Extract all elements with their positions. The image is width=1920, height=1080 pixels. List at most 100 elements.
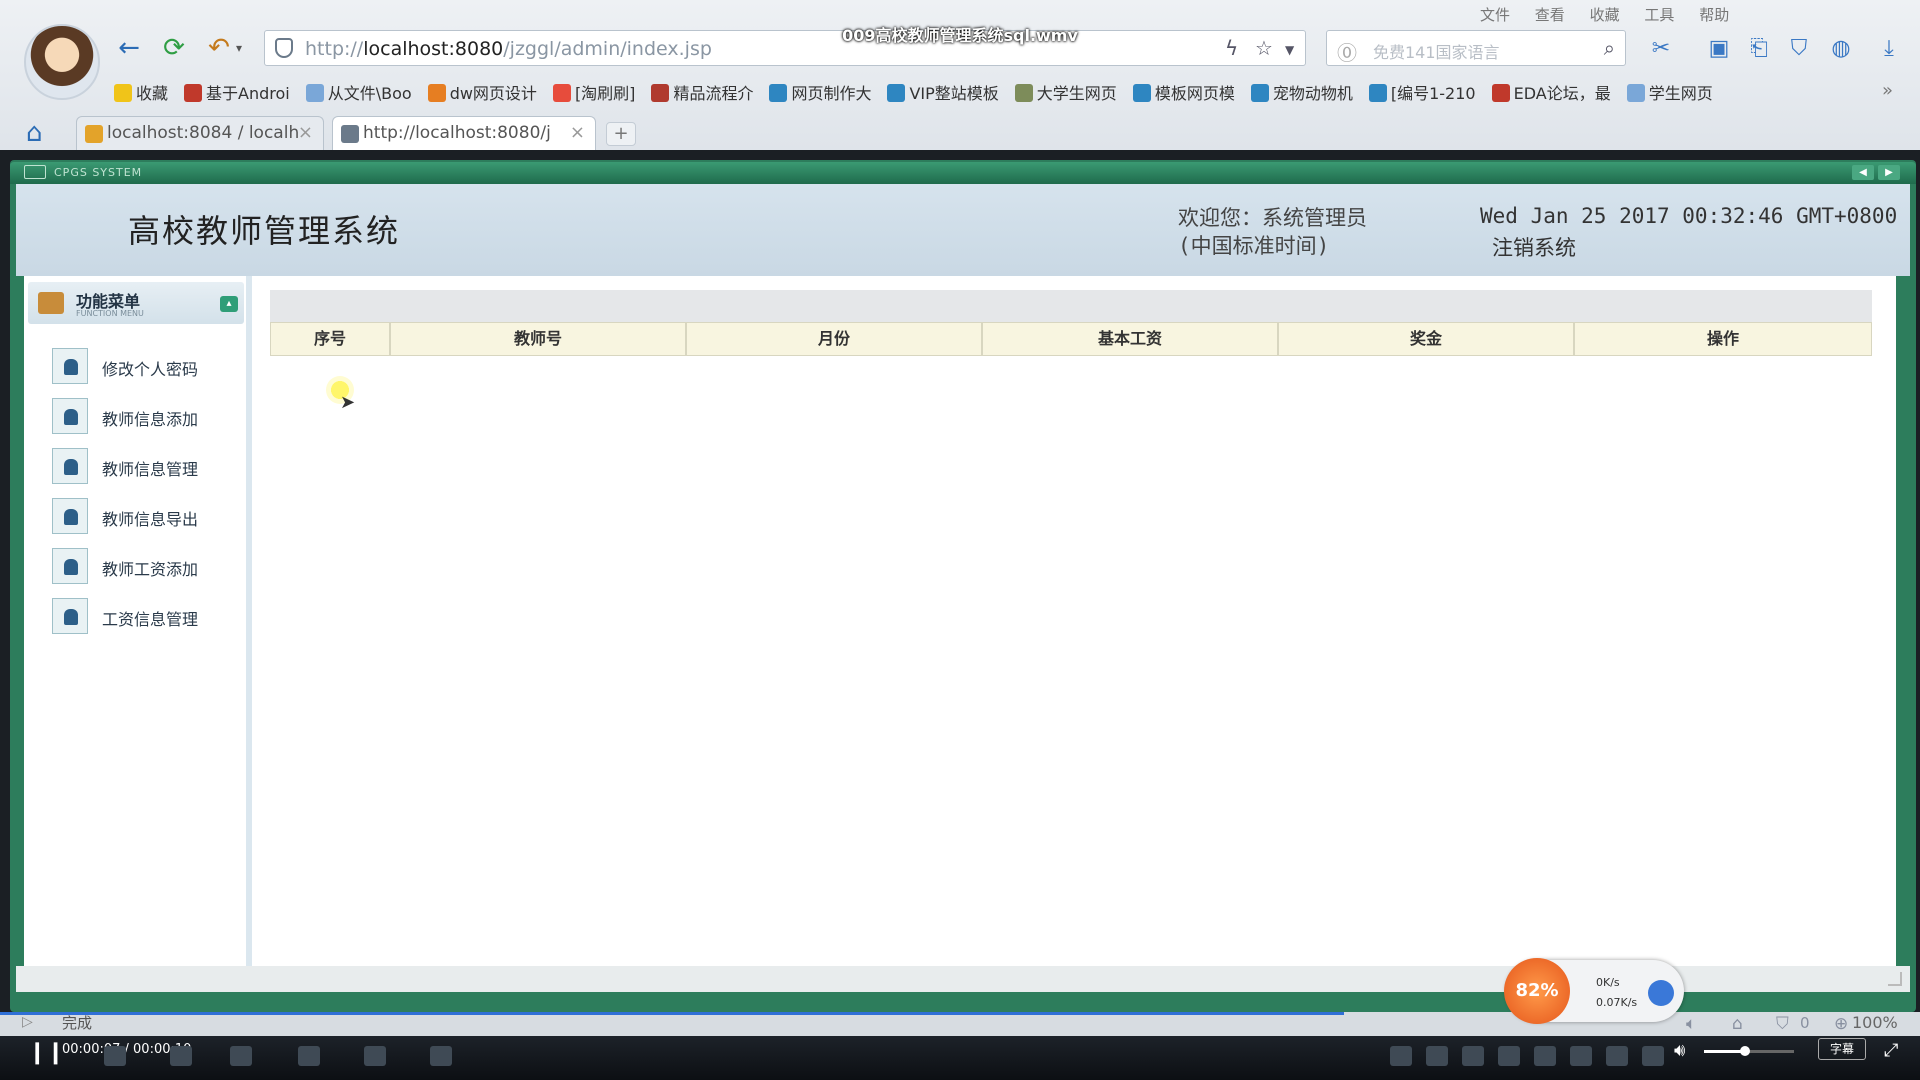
folder-icon[interactable] xyxy=(104,1046,126,1066)
system-title: 高校教师管理系统 xyxy=(128,212,401,250)
pause-button[interactable]: ❙❙ xyxy=(28,1040,65,1065)
welcome-text: 欢迎您：系统管理员 (中国标准时间) xyxy=(1178,206,1367,258)
status-play-icon: ▷ xyxy=(22,1014,33,1030)
bookmark-label: 精品流程介 xyxy=(673,84,754,103)
datetime-text: Wed Jan 25 2017 00:32:46 GMT+0800 xyxy=(1480,204,1898,228)
column-header-base-salary: 基本工资 xyxy=(982,322,1278,356)
bookmark-label: 学生网页 xyxy=(1648,84,1713,103)
accelerate-icon[interactable] xyxy=(1648,980,1674,1006)
bookmark-icon xyxy=(427,84,446,102)
video-title: 009高校教师管理系统sql.wmv xyxy=(842,26,1078,45)
fullscreen-button[interactable]: ⤢ xyxy=(1884,1040,1898,1061)
bookmark-item[interactable]: 网页制作大 xyxy=(769,80,871,104)
bookmark-item[interactable]: 大学生网页 xyxy=(1014,80,1117,104)
speaker-icon[interactable]: 🔈︎ xyxy=(1686,1014,1696,1034)
bookmark-item[interactable]: dw网页设计 xyxy=(427,80,537,104)
sidebar-item-label: 教师工资添加 xyxy=(102,560,199,579)
column-header-month: 月份 xyxy=(686,322,982,356)
bookmark-label: EDA论坛，最 xyxy=(1513,84,1611,103)
volume-knob[interactable] xyxy=(1740,1046,1750,1056)
subtitle-button[interactable]: 字幕 xyxy=(1818,1038,1866,1060)
tray-icon[interactable] xyxy=(1462,1046,1484,1066)
sidebar-item-manage-teacher[interactable]: 教师信息管理 xyxy=(52,446,232,486)
bookmark-label: VIP整站模板 xyxy=(909,84,999,103)
close-icon[interactable]: × xyxy=(570,122,585,143)
bookmark-item[interactable]: [编号1-210 xyxy=(1368,80,1476,104)
volume-fill xyxy=(1704,1050,1744,1053)
sidebar-item-manage-salary[interactable]: 工资信息管理 xyxy=(52,596,232,636)
resize-grip-icon[interactable] xyxy=(1888,972,1902,986)
bookmark-item[interactable]: 宠物动物机 xyxy=(1250,80,1353,104)
download-speed: 0.07K/s xyxy=(1596,996,1638,1009)
volume-icon[interactable]: 🔊︎ xyxy=(1674,1040,1685,1061)
column-header-teacher-id: 教师号 xyxy=(390,322,686,356)
bookmark-item[interactable]: 模板网页模 xyxy=(1132,80,1235,104)
tab-row: ⌂ localhost:8084 / localh × http://local… xyxy=(0,112,1920,150)
bookmark-label: 模板网页模 xyxy=(1154,84,1235,103)
user-card-icon xyxy=(52,598,88,634)
bookmark-item[interactable]: 从文件\Boo xyxy=(305,80,412,104)
bookmark-icon xyxy=(305,84,324,102)
bookmarks-more-icon[interactable]: » xyxy=(1882,80,1893,101)
collapse-icon[interactable]: ▴ xyxy=(220,296,238,312)
bookmark-item[interactable]: VIP整站模板 xyxy=(887,80,999,104)
bookmark-icon xyxy=(887,84,906,102)
doc-icon[interactable] xyxy=(430,1046,452,1066)
tab-favicon-icon xyxy=(85,125,103,143)
bookmark-item[interactable]: 收藏 xyxy=(114,80,168,104)
sidebar-item-label: 修改个人密码 xyxy=(102,360,199,379)
bookmark-item[interactable]: EDA论坛，最 xyxy=(1491,80,1611,104)
sidebar-item-label: 教师信息添加 xyxy=(102,410,199,429)
sidebar-item-add-salary[interactable]: 教师工资添加 xyxy=(52,546,232,586)
sidebar-item-label: 工资信息管理 xyxy=(102,610,199,629)
zoom-icon[interactable]: ⊕ xyxy=(1834,1014,1848,1034)
upload-speed: 0K/s xyxy=(1596,976,1620,989)
bookmark-label: 从文件\Boo xyxy=(327,84,412,103)
tray-icon[interactable] xyxy=(1570,1046,1592,1066)
toolbox-icon[interactable]: ⌂ xyxy=(1732,1014,1743,1034)
bookmark-label: [编号1-210 xyxy=(1390,84,1476,103)
new-tab-button[interactable]: + xyxy=(606,122,636,146)
video-progress-fill[interactable] xyxy=(0,1012,1344,1015)
bookmark-label: 网页制作大 xyxy=(791,84,872,103)
sidebar-item-export-teacher[interactable]: 教师信息导出 xyxy=(52,496,232,536)
bookmark-icon xyxy=(651,84,670,102)
bookmark-icon xyxy=(1626,84,1645,102)
sidebar-item-add-teacher[interactable]: 教师信息添加 xyxy=(52,396,232,436)
sidebar-splitter[interactable] xyxy=(246,276,252,966)
home-icon[interactable]: ⌂ xyxy=(26,118,43,148)
bookmark-item[interactable]: 精品流程介 xyxy=(651,80,753,104)
blocked-icon[interactable]: ⛉ xyxy=(1776,1014,1789,1034)
tray-icon[interactable] xyxy=(1534,1046,1556,1066)
sidebar-item-change-password[interactable]: 修改个人密码 xyxy=(52,346,232,386)
tray-icon[interactable] xyxy=(1498,1046,1520,1066)
menu-subtitle: FUNCTION MENU xyxy=(76,309,144,318)
column-header-bonus: 奖金 xyxy=(1278,322,1574,356)
tray-icon[interactable] xyxy=(1390,1046,1412,1066)
app-icon[interactable] xyxy=(298,1046,320,1066)
tab-localhost-8080[interactable]: http://localhost:8080/j × xyxy=(332,116,596,150)
logout-link[interactable]: 注销系统 xyxy=(1492,232,1576,262)
scroll-left-icon[interactable]: ◀ xyxy=(1852,165,1874,180)
tool-icon[interactable] xyxy=(364,1046,386,1066)
column-header-action: 操作 xyxy=(1574,322,1872,356)
column-header-index: 序号 xyxy=(270,322,390,356)
bookmark-item[interactable]: 基于Androi xyxy=(184,80,290,104)
bookmark-item[interactable]: 学生网页 xyxy=(1626,80,1713,104)
zoom-level[interactable]: 100% xyxy=(1852,1013,1898,1032)
tray-icon[interactable] xyxy=(1642,1046,1664,1066)
status-text: 完成 xyxy=(62,1014,93,1032)
cpu-badge[interactable]: 82% xyxy=(1504,958,1570,1024)
bookmark-item[interactable]: [淘刷刷] xyxy=(552,80,635,104)
close-icon[interactable]: × xyxy=(298,122,313,143)
bookmark-icon xyxy=(769,84,788,102)
sidebar: 功能菜单 FUNCTION MENU ▴ 修改个人密码 教师信息添加 教师信息管… xyxy=(24,276,246,966)
window-icon xyxy=(24,165,46,179)
tab-localhost-8084[interactable]: localhost:8084 / localh × xyxy=(76,116,324,150)
clock-icon[interactable] xyxy=(170,1046,192,1066)
tray-icon[interactable] xyxy=(1606,1046,1628,1066)
explorer-icon[interactable] xyxy=(230,1046,252,1066)
tray-icon[interactable] xyxy=(1426,1046,1448,1066)
bookmark-icon xyxy=(1132,84,1151,102)
scroll-right-icon[interactable]: ▶ xyxy=(1878,165,1900,180)
